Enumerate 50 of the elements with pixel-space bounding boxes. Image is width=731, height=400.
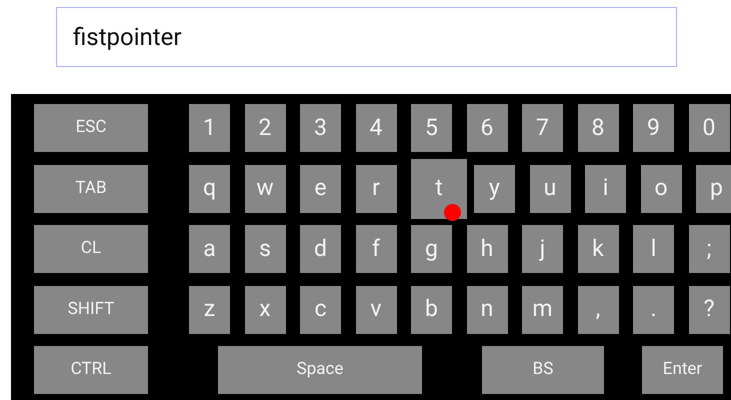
key[interactable]: CTRL [34,346,148,394]
key[interactable]: q [189,164,230,212]
key[interactable]: b [411,286,452,334]
key[interactable]: m [522,286,563,334]
backspace-key[interactable]: BS [482,346,604,394]
key[interactable]: ESC [34,104,148,152]
space-key[interactable]: Space [218,346,422,394]
key[interactable]: ; [688,225,730,273]
key[interactable]: p [696,164,731,212]
key[interactable]: 0 [688,104,730,152]
key[interactable]: i [585,164,626,212]
key[interactable]: 4 [356,104,396,152]
key[interactable]: 8 [578,104,618,152]
key[interactable]: 7 [522,104,563,152]
key[interactable]: g [411,225,452,273]
key[interactable]: l [633,225,674,273]
key[interactable]: SHIFT [34,286,148,334]
key[interactable]: z [189,286,230,334]
key[interactable]: 6 [466,104,508,152]
key[interactable]: y [474,164,515,212]
key[interactable]: u [530,164,570,212]
key[interactable]: c [300,286,341,334]
key[interactable]: , [578,286,618,334]
key[interactable]: n [466,286,508,334]
key[interactable]: 3 [300,104,341,152]
key[interactable]: x [244,286,286,334]
key[interactable]: ? [688,286,730,334]
key[interactable]: w [244,164,286,212]
pointer-cursor-icon [444,204,461,220]
key[interactable]: . [633,286,674,334]
key[interactable]: 9 [633,104,674,152]
key[interactable]: 2 [244,104,286,152]
key[interactable]: d [300,225,341,273]
key[interactable]: j [522,225,563,273]
key[interactable]: k [578,225,618,273]
key[interactable]: h [466,225,508,273]
key[interactable]: 1 [189,104,230,152]
text-input-field[interactable]: fistpointer [56,7,677,67]
key[interactable]: o [640,164,682,212]
key[interactable]: CL [34,225,148,273]
key[interactable]: f [356,225,396,273]
key[interactable]: a [189,225,230,273]
key[interactable]: e [300,164,341,212]
enter-key[interactable]: Enter [642,346,723,394]
key[interactable]: t [411,158,467,218]
key[interactable]: TAB [34,164,148,212]
key[interactable]: 5 [411,104,452,152]
key[interactable]: s [244,225,286,273]
key[interactable]: r [356,164,396,212]
key[interactable]: v [356,286,396,334]
